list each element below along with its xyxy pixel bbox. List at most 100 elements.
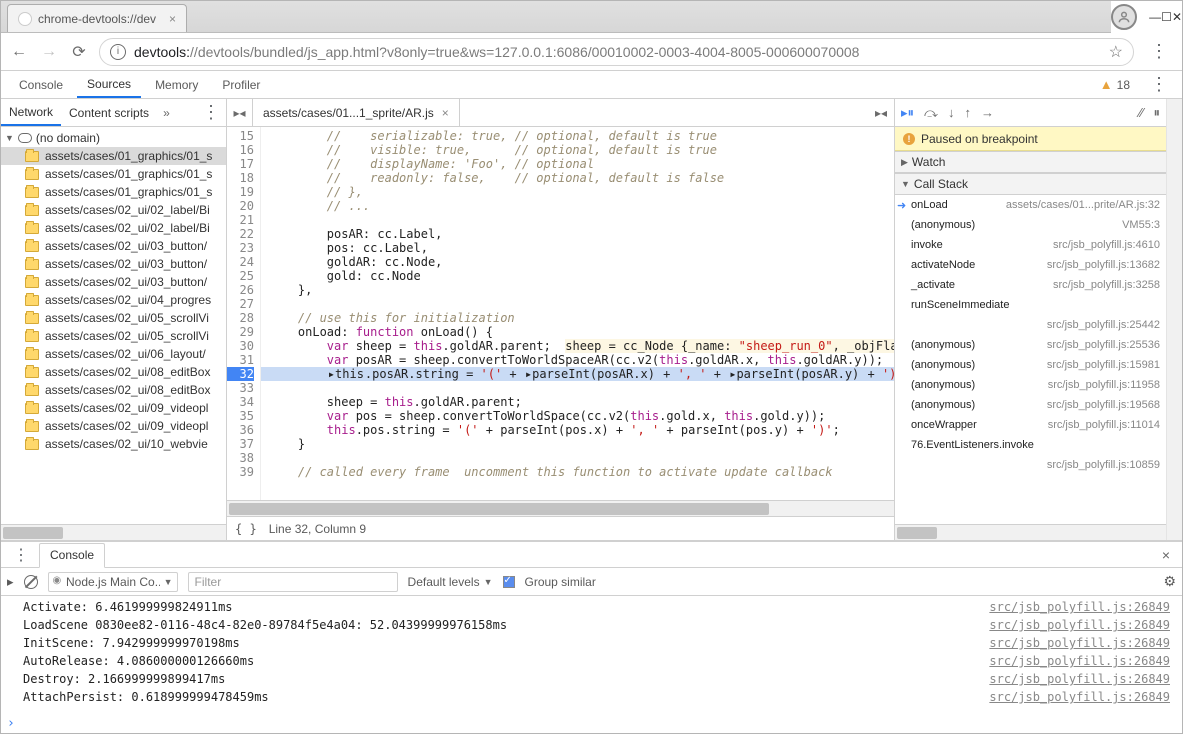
callstack-section[interactable]: ▼ Call Stack [895, 173, 1166, 195]
stack-frame[interactable]: runSceneImmediate [895, 295, 1166, 315]
folder-item[interactable]: assets/cases/01_graphics/01_s [1, 165, 226, 183]
log-row[interactable]: LoadScene 0830ee82-0116-48c4-82e0-89784f… [1, 616, 1182, 634]
stack-frame[interactable]: src/jsb_polyfill.js:25442 [895, 315, 1166, 335]
stack-frame[interactable]: src/jsb_polyfill.js:10859 [895, 455, 1166, 475]
minimize-button[interactable]: — [1149, 10, 1161, 24]
folder-item[interactable]: assets/cases/02_ui/10_webvie [1, 435, 226, 453]
close-file-icon[interactable]: × [442, 106, 449, 120]
stack-frame[interactable]: (anonymous)src/jsb_polyfill.js:11958 [895, 375, 1166, 395]
toggle-debugger-icon[interactable]: ▸◂ [868, 106, 894, 120]
stack-frame[interactable]: (anonymous)VM55:3 [895, 215, 1166, 235]
forward-button[interactable]: → [39, 43, 59, 61]
debugger-scrollbar[interactable] [895, 524, 1166, 540]
nav-more-icon[interactable]: » [157, 106, 176, 120]
close-window-button[interactable]: ✕ [1172, 10, 1182, 24]
step-icon[interactable]: → [981, 105, 994, 120]
file-tab[interactable]: assets/cases/01...1_sprite/AR.js × [253, 99, 460, 126]
file-tree[interactable]: ▼ (no domain) assets/cases/01_graphics/0… [1, 127, 226, 524]
stack-frame[interactable]: _activatesrc/jsb_polyfill.js:3258 [895, 275, 1166, 295]
log-source-link[interactable]: src/jsb_polyfill.js:26849 [989, 598, 1170, 616]
live-expression-icon[interactable]: ▸ [7, 574, 14, 590]
folder-item[interactable]: assets/cases/02_ui/03_button/ [1, 255, 226, 273]
stack-frame[interactable]: (anonymous)src/jsb_polyfill.js:15981 [895, 355, 1166, 375]
log-source-link[interactable]: src/jsb_polyfill.js:26849 [989, 634, 1170, 652]
warning-badge[interactable]: ▲18 [1100, 77, 1130, 92]
log-source-link[interactable]: src/jsb_polyfill.js:26849 [989, 688, 1170, 706]
resume-icon[interactable]: ▸⏸ [901, 105, 914, 121]
bookmark-icon[interactable]: ☆ [1109, 42, 1123, 62]
folder-item[interactable]: assets/cases/01_graphics/01_s [1, 183, 226, 201]
maximize-button[interactable]: ☐ [1161, 10, 1172, 24]
drawer-menu-button[interactable]: ⋮ [7, 545, 35, 565]
collapse-arrow-icon[interactable]: ▼ [5, 133, 14, 143]
nav-tab-network[interactable]: Network [1, 99, 61, 126]
log-source-link[interactable]: src/jsb_polyfill.js:26849 [989, 652, 1170, 670]
context-selector[interactable]: Node.js Main Co... ▼ [48, 572, 178, 592]
browser-tab[interactable]: chrome-devtools://dev × [7, 4, 187, 32]
stack-frame[interactable]: (anonymous)src/jsb_polyfill.js:19568 [895, 395, 1166, 415]
main-vscrollbar[interactable] [1166, 99, 1182, 540]
folder-item[interactable]: assets/cases/02_ui/04_progres [1, 291, 226, 309]
log-row[interactable]: AutoRelease: 4.086000000126660mssrc/jsb_… [1, 652, 1182, 670]
log-source-link[interactable]: src/jsb_polyfill.js:26849 [989, 670, 1170, 688]
close-tab-icon[interactable]: × [169, 12, 176, 26]
expand-arrow-icon[interactable]: ▶ [901, 157, 908, 168]
call-stack-list[interactable]: onLoadassets/cases/01...prite/AR.js:32(a… [895, 195, 1166, 524]
stack-frame[interactable]: onLoadassets/cases/01...prite/AR.js:32 [895, 195, 1166, 215]
folder-item[interactable]: assets/cases/02_ui/08_editBox [1, 381, 226, 399]
code-area[interactable]: // serializable: true, // optional, defa… [261, 127, 894, 500]
console-output[interactable]: Activate: 6.461999999824911mssrc/jsb_pol… [1, 596, 1182, 714]
deactivate-breakpoints-icon[interactable]: ⁄∕ [1139, 105, 1143, 120]
pretty-print-icon[interactable]: { } [235, 522, 257, 536]
group-similar-checkbox[interactable] [503, 576, 515, 588]
tab-profiler[interactable]: Profiler [212, 71, 270, 98]
pause-exceptions-icon[interactable]: ⏸ [1154, 105, 1161, 121]
user-avatar-icon[interactable] [1111, 4, 1137, 30]
tab-console[interactable]: Console [9, 71, 73, 98]
nav-menu-button[interactable]: ⋮ [196, 102, 226, 123]
drawer-tab-console[interactable]: Console [39, 543, 105, 568]
log-row[interactable]: Activate: 6.461999999824911mssrc/jsb_pol… [1, 598, 1182, 616]
log-row[interactable]: AttachPersist: 0.618999999478459mssrc/js… [1, 688, 1182, 706]
log-row[interactable]: InitScene: 7.942999999970198mssrc/jsb_po… [1, 634, 1182, 652]
watch-section[interactable]: ▶ Watch [895, 151, 1166, 173]
folder-item[interactable]: assets/cases/02_ui/05_scrollVi [1, 309, 226, 327]
navigator-scrollbar[interactable] [1, 524, 226, 540]
folder-item[interactable]: assets/cases/02_ui/02_label/Bi [1, 201, 226, 219]
devtools-menu-button[interactable]: ⋮ [1144, 74, 1174, 95]
console-prompt[interactable]: › [1, 714, 1182, 733]
stack-frame[interactable]: activateNodesrc/jsb_polyfill.js:13682 [895, 255, 1166, 275]
stack-frame[interactable]: invokesrc/jsb_polyfill.js:4610 [895, 235, 1166, 255]
log-levels-selector[interactable]: Default levels ▼ [408, 575, 493, 589]
folder-item[interactable]: assets/cases/02_ui/02_label/Bi [1, 219, 226, 237]
step-over-icon[interactable]: ⤼ [924, 105, 938, 121]
tab-sources[interactable]: Sources [77, 71, 141, 98]
gear-icon[interactable]: ⚙ [1163, 573, 1176, 590]
tree-root[interactable]: ▼ (no domain) [1, 129, 226, 147]
back-button[interactable]: ← [9, 43, 29, 61]
stack-frame[interactable]: (anonymous)src/jsb_polyfill.js:25536 [895, 335, 1166, 355]
code-editor[interactable]: 1516171819202122232425262728293031323334… [227, 127, 894, 500]
reload-button[interactable]: ⟳ [69, 42, 89, 62]
folder-item[interactable]: assets/cases/02_ui/03_button/ [1, 273, 226, 291]
collapse-arrow-icon[interactable]: ▼ [901, 179, 910, 189]
tab-memory[interactable]: Memory [145, 71, 208, 98]
toggle-navigator-icon[interactable]: ▸◂ [227, 99, 253, 126]
line-gutter[interactable]: 1516171819202122232425262728293031323334… [227, 127, 261, 500]
clear-console-icon[interactable] [24, 575, 38, 589]
drawer-close-icon[interactable]: × [1156, 547, 1176, 563]
editor-scrollbar[interactable] [227, 500, 894, 516]
folder-item[interactable]: assets/cases/02_ui/09_videopl [1, 399, 226, 417]
step-into-icon[interactable]: ↓ [948, 105, 955, 120]
site-info-icon[interactable]: i [110, 44, 126, 60]
step-out-icon[interactable]: ↑ [964, 105, 971, 120]
folder-item[interactable]: assets/cases/02_ui/03_button/ [1, 237, 226, 255]
stack-frame[interactable]: 76.EventListeners.invoke [895, 435, 1166, 455]
log-source-link[interactable]: src/jsb_polyfill.js:26849 [989, 616, 1170, 634]
folder-item[interactable]: assets/cases/02_ui/09_videopl [1, 417, 226, 435]
folder-item[interactable]: assets/cases/02_ui/06_layout/ [1, 345, 226, 363]
log-row[interactable]: Destroy: 2.166999999899417mssrc/jsb_poly… [1, 670, 1182, 688]
browser-menu-button[interactable]: ⋮ [1144, 41, 1174, 62]
folder-item[interactable]: assets/cases/02_ui/08_editBox [1, 363, 226, 381]
url-input[interactable]: i devtools://devtools/bundled/js_app.htm… [99, 38, 1134, 66]
